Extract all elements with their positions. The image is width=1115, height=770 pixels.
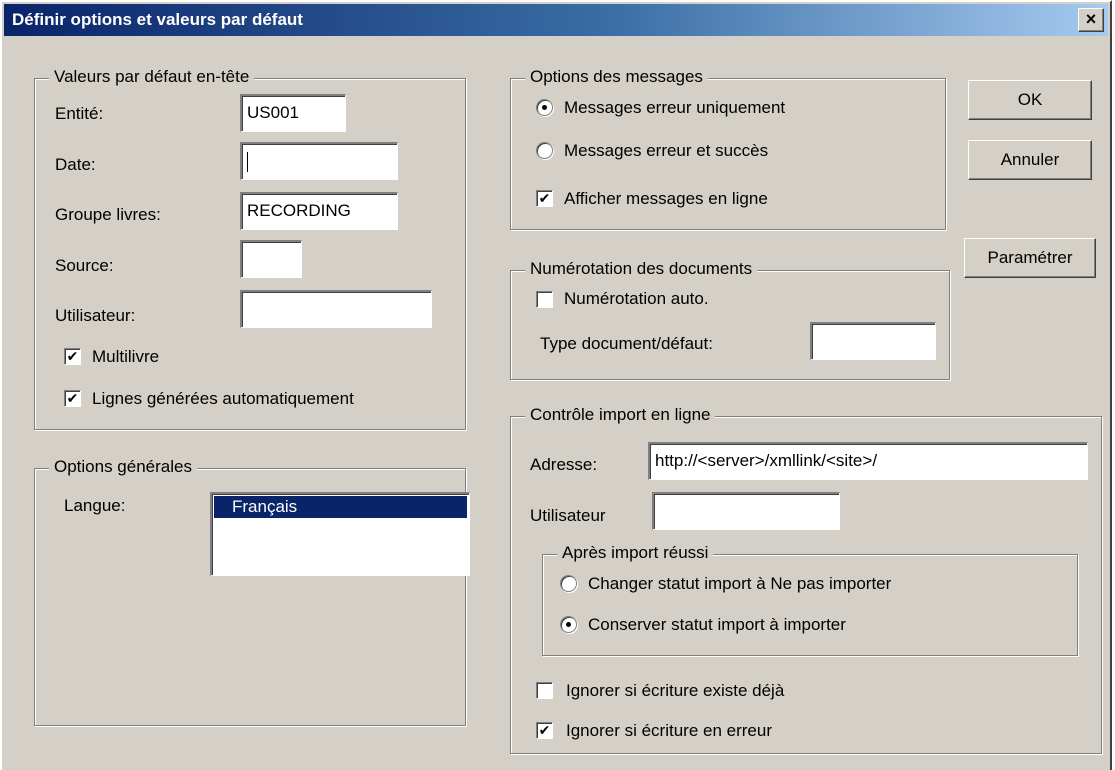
cancel-button[interactable]: Annuler (968, 140, 1092, 180)
ok-button[interactable]: OK (968, 80, 1092, 120)
import-user-field[interactable] (652, 492, 840, 530)
options-dialog: Définir options et valeurs par défaut × … (0, 0, 1112, 770)
user-field[interactable] (240, 290, 432, 328)
setup-button[interactable]: Paramétrer (964, 238, 1096, 278)
source-field[interactable] (240, 240, 302, 278)
change-status-radio[interactable] (560, 575, 577, 592)
address-field[interactable]: http://<server>/xmllink/<site>/ (648, 442, 1088, 480)
header-defaults-legend: Valeurs par défaut en-tête (49, 67, 255, 87)
doc-type-label: Type document/défaut: (540, 334, 713, 353)
auto-numbering-label: Numérotation auto. (564, 289, 709, 308)
auto-lines-label: Lignes générées automatiquement (92, 389, 354, 408)
keep-status-label: Conserver statut import à importer (588, 615, 846, 634)
source-label: Source: (55, 256, 114, 275)
keep-status-radio[interactable] (560, 616, 577, 633)
document-numbering-legend: Numérotation des documents (525, 259, 758, 279)
import-user-label: Utilisateur (530, 506, 606, 525)
language-listbox[interactable]: Français (210, 492, 470, 576)
ignore-exists-checkbox[interactable] (536, 682, 553, 699)
show-online-label: Afficher messages en ligne (564, 189, 768, 208)
ledger-group-field[interactable]: RECORDING (240, 192, 398, 230)
radio-dot (566, 622, 571, 627)
doc-type-field[interactable] (810, 322, 936, 360)
language-option-selected[interactable]: Français (214, 496, 467, 518)
errors-success-label: Messages erreur et succès (564, 141, 769, 160)
date-label: Date: (55, 155, 96, 174)
language-label: Langue: (64, 496, 126, 515)
date-field[interactable] (240, 142, 398, 180)
multibook-checkbox[interactable]: ✔ (64, 348, 81, 365)
radio-dot (542, 105, 547, 110)
user-label: Utilisateur: (55, 306, 136, 325)
ignore-error-checkbox[interactable]: ✔ (536, 722, 553, 739)
text-caret (247, 151, 248, 172)
after-success-group: Après import réussi (542, 543, 1078, 656)
title-bar: Définir options et valeurs par défaut × (4, 4, 1108, 36)
message-options-legend: Options des messages (525, 67, 708, 87)
address-label: Adresse: (530, 455, 598, 474)
entity-field[interactable]: US001 (240, 94, 346, 132)
errors-success-radio[interactable] (536, 142, 553, 159)
close-button[interactable]: × (1078, 8, 1104, 32)
errors-only-radio[interactable] (536, 99, 553, 116)
auto-lines-checkbox[interactable]: ✔ (64, 390, 81, 407)
ledger-group-label: Groupe livres: (55, 205, 161, 224)
after-success-legend: Après import réussi (557, 543, 714, 563)
change-status-label: Changer statut import à Ne pas importer (588, 574, 892, 593)
multibook-label: Multilivre (92, 347, 160, 366)
general-options-legend: Options générales (49, 457, 197, 477)
ignore-exists-label: Ignorer si écriture existe déjà (566, 681, 785, 700)
ignore-error-label: Ignorer si écriture en erreur (566, 721, 772, 740)
auto-numbering-checkbox[interactable] (536, 291, 553, 308)
show-online-checkbox[interactable]: ✔ (536, 190, 553, 207)
entity-label: Entité: (55, 104, 104, 123)
online-import-legend: Contrôle import en ligne (525, 405, 716, 425)
errors-only-label: Messages erreur uniquement (564, 98, 786, 117)
window-title: Définir options et valeurs par défaut (12, 10, 303, 29)
